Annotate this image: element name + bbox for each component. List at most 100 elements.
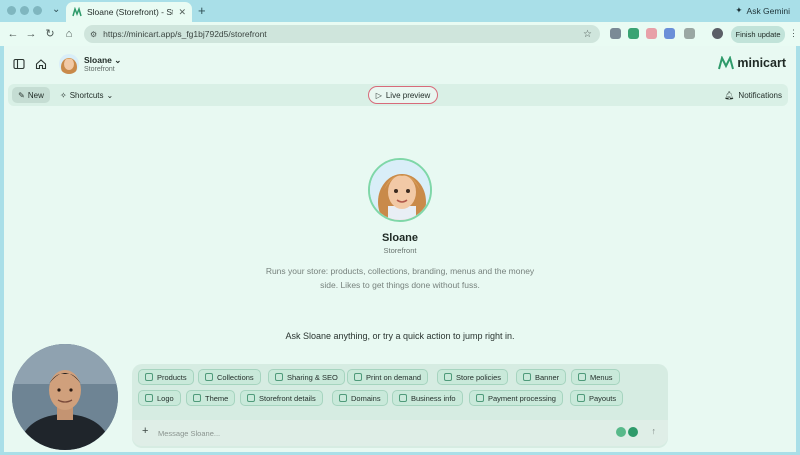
hero-agent-name: Sloane [381,232,419,244]
quick-action-banner[interactable]: Banner [516,369,567,385]
minicart-favicon-icon [72,7,82,17]
forward-arrow-icon[interactable]: → [24,27,38,41]
browser-menu-icon[interactable]: ⋮ [789,28,798,39]
message-input[interactable] [158,426,578,440]
quick-action-logo[interactable]: Logo [138,390,181,406]
business-icon [399,394,407,402]
notifications-label: Notifications [738,90,782,100]
agent-avatar [59,54,79,74]
quick-action-payouts[interactable]: Payouts [570,390,624,406]
quick-action-sharing-seo[interactable]: Sharing & SEO [268,369,345,385]
new-tab-button[interactable]: + [198,3,206,18]
products-icon [145,373,153,381]
hero-agent-role: Storefront [383,246,417,255]
action-bar: ✎ New ✧ Shortcuts ⌄ ▷ Live preview 🔔︎ No… [8,84,788,106]
quick-action-collections[interactable]: Collections [198,369,261,385]
quick-action-print-on-demand[interactable]: Print on demand [347,369,429,385]
composer-tools [616,427,638,437]
quick-action-label: Storefront details [259,393,316,403]
browser-tab-active[interactable]: Sloane (Storefront) - Stitch ✕ [66,2,192,22]
sidebar-toggle-icon[interactable] [12,57,26,71]
quick-action-theme[interactable]: Theme [186,390,236,406]
extension-icon-3[interactable] [646,28,657,39]
hero-prompt: Ask Sloane anything, or try a quick acti… [285,331,515,341]
quick-action-label: Payment processing [488,393,556,403]
payouts-icon [577,394,585,402]
profile-avatar[interactable] [712,28,723,39]
minimize-window-dot[interactable] [20,6,29,15]
minicart-logo: minicart [718,56,786,70]
tab-title: Sloane (Storefront) - Stitch [87,7,173,17]
notifications-button[interactable]: 🔔︎ Notifications [724,87,782,103]
voice-icon[interactable] [628,427,638,437]
quick-action-label: Domains [351,393,381,403]
quick-action-menus[interactable]: Menus [571,369,620,385]
quick-action-label: Logo [157,393,174,403]
ask-gemini-button[interactable]: ✦ Ask Gemini [735,5,790,16]
quick-action-domains[interactable]: Domains [332,390,388,406]
browser-toolbar: ← → ↻ ⌂ ⚙ https://minicart.app/s_fg1bj79… [0,22,800,46]
back-arrow-icon[interactable]: ← [6,27,20,41]
agent-switcher[interactable]: Sloane ⌄ Storefront [56,51,124,77]
quick-action-storefront-details[interactable]: Storefront details [240,390,323,406]
quick-action-label: Collections [217,372,254,382]
agent-hero-avatar [368,158,432,222]
quick-actions-panel: Products Collections Sharing & SEO Print… [132,364,668,448]
quick-action-label: Print on demand [366,372,422,382]
reload-icon[interactable]: ↻ [43,27,57,41]
shortcuts-dropdown[interactable]: ✧ Shortcuts ⌄ [60,87,113,103]
share-icon [275,373,283,381]
quick-action-label: Business info [411,393,456,403]
maximize-window-dot[interactable] [33,6,42,15]
extensions-puzzle-icon[interactable] [684,28,695,39]
pin-icon[interactable] [616,427,626,437]
bookmark-star-icon[interactable]: ☆ [583,29,592,40]
quick-action-products[interactable]: Products [138,369,194,385]
live-preview-button[interactable]: ▷ Live preview [368,86,438,104]
quick-action-label: Banner [535,372,560,382]
minicart-logo-icon [718,56,735,70]
app-header: Sloane ⌄ Storefront minicart [4,46,796,82]
address-bar[interactable]: ⚙ https://minicart.app/s_fg1bj792d5/stor… [84,25,600,43]
site-settings-icon[interactable]: ⚙ [90,30,97,39]
attach-plus-icon[interactable]: + [142,425,148,437]
composer: + ↑ [132,420,668,446]
theme-icon [193,394,201,402]
banner-icon [523,373,531,381]
close-window-dot[interactable] [7,6,16,15]
new-label: New [27,90,44,100]
quick-action-store-policies[interactable]: Store policies [437,369,509,385]
home-icon[interactable]: ⌂ [62,27,76,41]
agent-role: Storefront [84,66,115,73]
home-icon[interactable] [34,57,48,71]
hero-description: Runs your store: products, collections, … [265,266,535,290]
logo-icon [145,394,153,402]
webcam-overlay [12,344,118,450]
url-text: https://minicart.app/s_fg1bj792d5/storef… [103,29,267,39]
quick-action-label: Products [157,372,187,382]
storefront-icon [247,394,255,402]
collections-icon [205,373,213,381]
browser-tab-strip: ⌄ Sloane (Storefront) - Stitch ✕ + ✦ Ask… [0,0,800,22]
play-icon: ▷ [375,90,382,100]
extension-icon-4[interactable] [664,28,675,39]
quick-action-payment-processing[interactable]: Payment processing [469,390,563,406]
extension-icon-2[interactable] [628,28,639,39]
tab-search-chevron-icon[interactable]: ⌄ [52,4,60,15]
quick-action-label: Theme [205,393,229,403]
new-button[interactable]: ✎ New [12,87,50,103]
quick-action-business-info[interactable]: Business info [392,390,463,406]
chevron-down-icon: ⌄ [114,55,122,65]
ask-gemini-label: Ask Gemini [746,5,790,16]
app-window: Sloane ⌄ Storefront minicart ✎ New ✧ Sho… [4,46,796,452]
policy-icon [444,373,452,381]
sparkle-icon: ✧ [60,90,67,100]
finish-update-button[interactable]: Finish update [731,26,785,43]
send-arrow-icon[interactable]: ↑ [652,426,657,436]
tab-close-icon[interactable]: ✕ [178,7,186,18]
bell-icon: 🔔︎ [724,90,735,100]
menu-icon [578,373,586,381]
extension-icon-1[interactable] [610,28,621,39]
agent-name: Sloane ⌄ [84,55,122,65]
logo-text: minicart [737,56,786,70]
